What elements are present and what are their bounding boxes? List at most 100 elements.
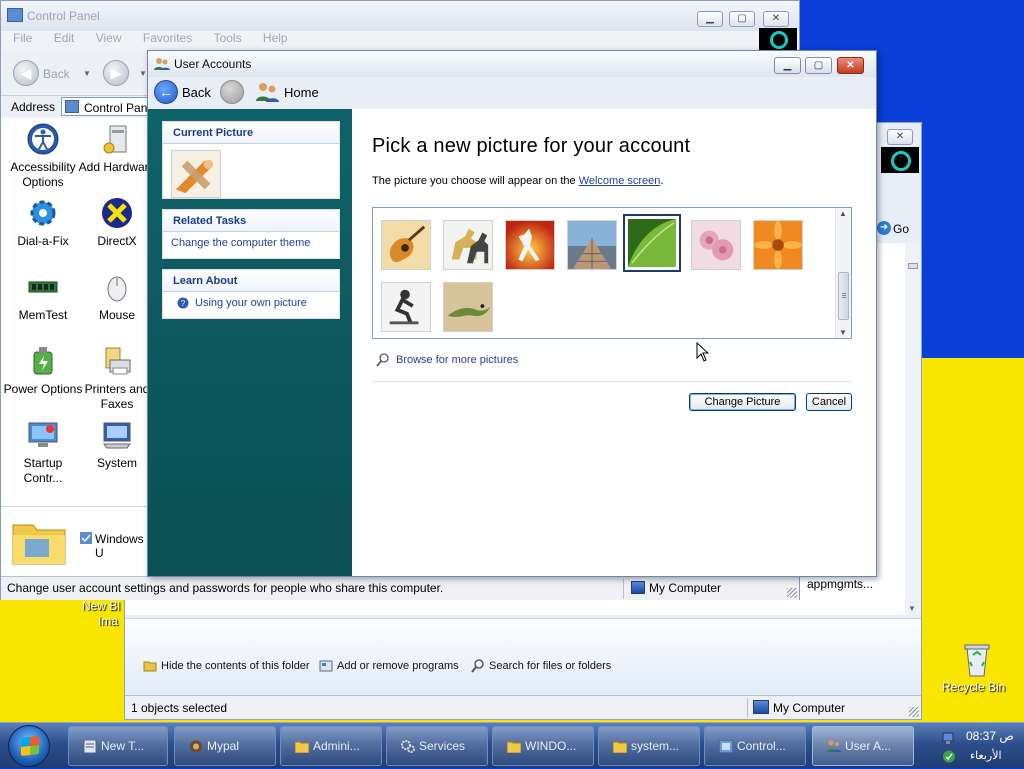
picture-pier[interactable] (567, 220, 617, 270)
item-startup-control[interactable]: Startup Contr... (3, 418, 83, 486)
item-power-options[interactable]: Power Options (3, 344, 83, 397)
search-files-link[interactable]: Search for files or folders (471, 659, 611, 673)
picture-guitar[interactable] (381, 220, 431, 270)
control-panel-icon (719, 740, 733, 753)
taskbar-button-windows-folder[interactable]: WINDO... (492, 726, 594, 766)
home-users-icon[interactable] (254, 81, 280, 103)
folder-icon (507, 741, 521, 753)
scroll-down-icon[interactable]: ▼ (839, 328, 847, 337)
system-icon (103, 422, 131, 449)
user-accounts-window[interactable]: User Accounts ▁ ▢ ✕ ← Back Home Current … (147, 50, 877, 577)
start-button[interactable] (8, 725, 50, 767)
picture-roses[interactable] (691, 220, 741, 270)
menu-favorites[interactable]: Favorites (143, 31, 192, 45)
folder-icon (143, 661, 157, 672)
change-theme-link[interactable]: Change the computer theme (163, 232, 339, 254)
picture-skateboarder[interactable] (381, 282, 431, 332)
forward-arrow-icon[interactable] (220, 80, 244, 104)
startup-icon (28, 422, 58, 447)
recycle-bin-icon[interactable] (960, 640, 994, 678)
desktop-icon-label[interactable]: New Bl (82, 599, 120, 613)
go-button[interactable]: Go (893, 219, 909, 239)
taskbar-button-mypal[interactable]: Mypal (174, 726, 276, 766)
menu-tools[interactable]: Tools (214, 31, 242, 45)
item-printers-and-faxes[interactable]: Printers and Faxes (77, 344, 157, 412)
my-computer-icon (753, 700, 769, 714)
go-arrow-icon[interactable]: ➜ (877, 221, 891, 235)
menu-view[interactable]: View (96, 31, 122, 45)
menu-help[interactable]: Help (263, 31, 288, 45)
desktop-icon-label[interactable]: Ima (98, 614, 118, 628)
task-label: Hide the contents of this folder (161, 660, 310, 672)
minimize-button[interactable]: ▁ (774, 57, 801, 74)
back-arrow-icon[interactable]: ◀ (13, 60, 39, 86)
item-label: Power Options (3, 382, 83, 396)
using-own-picture-link[interactable]: ? Using your own picture (163, 292, 339, 314)
change-picture-button[interactable]: Change Picture (689, 393, 796, 411)
title-bar[interactable]: Control Panel ▁ ▢ ✕ (1, 1, 799, 31)
close-button[interactable]: ✕ (837, 57, 864, 74)
item-memtest[interactable]: MemTest (3, 270, 83, 323)
close-button[interactable]: ✕ (763, 11, 789, 27)
hide-folder-contents-link[interactable]: Hide the contents of this folder (143, 659, 310, 673)
item-label: System (96, 456, 137, 470)
security-check-icon[interactable] (942, 750, 956, 763)
taskbar-button-system-folder[interactable]: system... (598, 726, 700, 766)
recycle-bin-label[interactable]: Recycle Bin (942, 680, 1005, 694)
back-button[interactable]: Back (43, 67, 70, 81)
title-bar[interactable]: User Accounts ▁ ▢ ✕ (148, 51, 876, 77)
picture-grid-scrollbar[interactable]: ▲ ▼ (835, 208, 851, 338)
minimize-button[interactable]: ▁ (697, 11, 723, 27)
item-accessibility-options[interactable]: Accessibility Options (3, 122, 83, 190)
picture-horses[interactable] (443, 220, 493, 270)
maximize-button[interactable]: ▢ (729, 11, 755, 27)
control-panel-items: Accessibility Options Add Hardware Dial-… (1, 118, 155, 508)
taskbar-button-notepad[interactable]: New T... (68, 726, 168, 766)
clock-time[interactable]: 08:37 ص (966, 729, 1014, 743)
home-button[interactable]: Home (284, 85, 319, 100)
related-tasks-header: Related Tasks (163, 210, 339, 232)
vertical-scrollbar[interactable]: ▼ (905, 243, 921, 615)
clock-day[interactable]: الأربعاء (970, 749, 1002, 762)
menu-file[interactable]: File (13, 31, 32, 45)
chevron-down-icon[interactable]: ▼ (139, 69, 147, 78)
resize-grip[interactable] (787, 588, 797, 598)
chevron-down-icon[interactable]: ▼ (83, 69, 91, 78)
taskbar-button-control-panel[interactable]: Control... (704, 726, 806, 766)
picture-daisy[interactable] (753, 220, 803, 270)
forward-arrow-icon[interactable]: ▶ (103, 60, 129, 86)
maximize-button[interactable]: ▢ (805, 57, 832, 74)
list-item[interactable]: appmgmts... (807, 577, 873, 591)
browse-more-pictures-link[interactable]: Browse for more pictures (376, 353, 518, 367)
status-bar: 1 objects selected My Computer (125, 695, 921, 719)
windows-update-link[interactable]: Windows U (95, 532, 151, 560)
cancel-button[interactable]: Cancel (806, 393, 852, 411)
resize-grip[interactable] (909, 707, 919, 717)
taskbar-label: system... (631, 739, 680, 753)
user-accounts-icon (154, 58, 170, 70)
memtest-icon (28, 281, 58, 293)
scroll-thumb[interactable] (838, 272, 849, 320)
add-remove-programs-link[interactable]: Add or remove programs (319, 659, 459, 673)
picture-leaf-selected[interactable] (623, 214, 681, 272)
network-icon[interactable] (942, 731, 956, 745)
folder-icon (12, 524, 66, 565)
scroll-up-icon[interactable]: ▲ (839, 209, 847, 218)
picture-lizard[interactable] (443, 282, 493, 332)
taskbar-button-user-accounts[interactable]: User A... (812, 726, 914, 766)
back-button[interactable]: Back (182, 85, 211, 100)
item-system[interactable]: System (77, 418, 157, 471)
picture-karate[interactable] (505, 220, 555, 270)
svg-text:?: ? (181, 299, 186, 308)
taskbar-button-administrative[interactable]: Admini... (280, 726, 382, 766)
item-directx[interactable]: DirectX (77, 196, 157, 249)
item-mouse[interactable]: Mouse (77, 270, 157, 323)
item-add-hardware[interactable]: Add Hardware (77, 122, 157, 175)
item-dial-a-fix[interactable]: Dial-a-Fix (3, 196, 83, 249)
taskbar-button-services[interactable]: Services (386, 726, 488, 766)
back-arrow-icon[interactable]: ← (154, 80, 178, 104)
welcome-screen-link[interactable]: Welcome screen (579, 175, 661, 187)
menu-edit[interactable]: Edit (54, 31, 75, 45)
menu-bar: File Edit View Favorites Tools Help (1, 31, 799, 49)
close-button[interactable]: ✕ (887, 129, 913, 145)
